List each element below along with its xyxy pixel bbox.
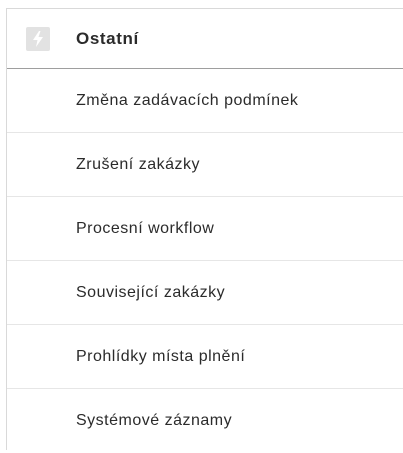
other-section-panel: Ostatní Změna zadávacích podmínek Zrušen… [6, 8, 403, 450]
menu-item-souvisejici-zakazky[interactable]: Související zakázky [7, 261, 403, 325]
section-title: Ostatní [76, 28, 139, 48]
menu-item-procesni-workflow[interactable]: Procesní workflow [7, 197, 403, 261]
section-menu: Změna zadávacích podmínek Zrušení zakázk… [7, 69, 403, 453]
lightning-bolt-icon [26, 26, 50, 51]
menu-item-zmena-zadavacich-podminek[interactable]: Změna zadávacích podmínek [7, 69, 403, 133]
menu-item-zruseni-zakazky[interactable]: Zrušení zakázky [7, 133, 403, 197]
menu-item-systemove-zaznamy[interactable]: Systémové záznamy [7, 389, 403, 453]
section-header[interactable]: Ostatní [7, 9, 403, 69]
lightning-bolt-glyph [33, 30, 43, 47]
menu-item-prohlidky-mista-plneni[interactable]: Prohlídky místa plnění [7, 325, 403, 389]
